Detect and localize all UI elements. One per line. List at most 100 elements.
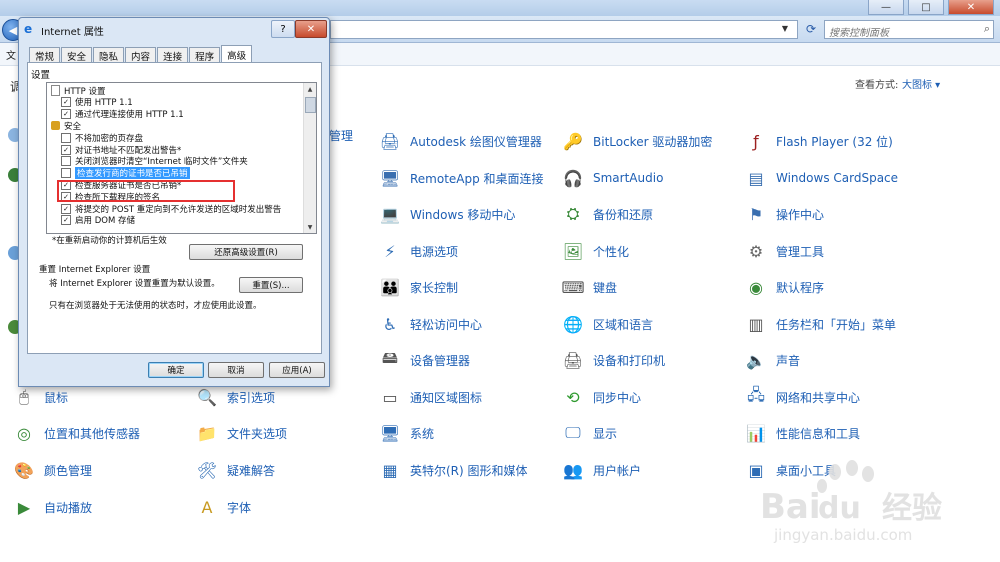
cp-item[interactable]: ƒ Flash Player (32 位) <box>744 128 893 154</box>
cp-item[interactable]: 🔍 索引选项 <box>195 384 275 410</box>
cancel-button[interactable]: 取消 <box>208 362 264 378</box>
cp-item[interactable]: ⚑ 操作中心 <box>744 201 824 227</box>
setting-checkbox-row[interactable]: ✓ 启用 DOM 存储 <box>61 215 135 226</box>
cp-item[interactable]: ⚙ 管理工具 <box>744 238 824 264</box>
tab-security[interactable]: 安全 <box>61 47 93 63</box>
mouse-icon: 🖱 <box>19 387 29 406</box>
cp-item[interactable]: ▶ 自动播放 <box>12 494 92 520</box>
ease-of-access-icon: ♿ <box>382 314 398 334</box>
watermark-brand-du: du <box>818 491 861 526</box>
cp-item[interactable]: ▦ 英特尔(R) 图形和媒体 <box>378 457 527 483</box>
cp-item[interactable]: 🔈 声音 <box>744 347 800 373</box>
refresh-icon[interactable]: ⟳ <box>802 20 820 38</box>
cp-item[interactable]: ◉ 默认程序 <box>744 274 824 300</box>
cp-item[interactable]: 👥 用户帐户 <box>561 457 641 483</box>
scroll-thumb[interactable] <box>305 97 316 113</box>
setting-checkbox-row[interactable]: ✓ 对证书地址不匹配发出警告* <box>61 144 181 156</box>
cp-item[interactable]: 🔑 BitLocker 驱动器加密 <box>561 128 712 154</box>
close-window-button[interactable]: ✕ <box>948 0 994 15</box>
cp-item[interactable]: 🎧 SmartAudio <box>561 165 663 191</box>
minimize-button[interactable]: — <box>868 0 904 15</box>
search-icon[interactable]: ⌕ <box>984 22 990 36</box>
help-button[interactable]: ? <box>271 20 295 38</box>
address-dropdown-icon[interactable]: ▼ <box>778 21 792 36</box>
setting-checkbox-row[interactable]: ✓ 将提交的 POST 重定向到不允许发送的区域时发出警告 <box>61 203 281 215</box>
cp-item[interactable]: 📊 性能信息和工具 <box>744 420 860 446</box>
tab-advanced[interactable]: 高级 <box>221 45 253 63</box>
watermark-url: jingyan.baidu.com <box>773 526 912 544</box>
setting-label: 通过代理连接使用 HTTP 1.1 <box>75 110 184 121</box>
cp-item-label: Autodesk 绘图仪管理器 <box>410 134 542 149</box>
checkbox-unchecked-icon[interactable] <box>61 132 71 143</box>
cp-item[interactable]: 💻 Windows 移动中心 <box>378 201 515 227</box>
checkbox-checked-icon[interactable]: ✓ <box>61 203 71 214</box>
tab-privacy[interactable]: 隐私 <box>93 47 125 63</box>
cp-item[interactable]: ♿ 轻松访问中心 <box>378 311 482 337</box>
scroll-down-icon[interactable]: ▼ <box>305 222 315 232</box>
checkbox-unchecked-icon[interactable] <box>61 168 71 179</box>
cp-item[interactable]: 🖥 RemoteApp 和桌面连接 <box>378 165 544 191</box>
checkbox-checked-icon[interactable]: ✓ <box>61 109 71 120</box>
cp-item[interactable]: A 字体 <box>195 494 252 520</box>
cp-item-label: 鼠标 <box>44 390 69 405</box>
internet-properties-dialog: e Internet 属性 ? ✕ 常规 安全 隐私 内容 连接 程序 高级 设… <box>18 17 330 387</box>
sync-icon: ⟲ <box>566 387 580 407</box>
dialog-titlebar[interactable]: e Internet 属性 ? ✕ <box>19 18 329 40</box>
setting-checkbox-row[interactable]: 检查发行商的证书是否已吊销 <box>61 167 190 180</box>
setting-label: 不将加密的页存盘 <box>75 133 144 144</box>
checkbox-checked-icon[interactable]: ✓ <box>61 97 71 108</box>
cp-item-label: 颜色管理 <box>44 463 93 478</box>
settings-scrollbar[interactable]: ▲ ▼ <box>303 83 316 233</box>
tab-programs[interactable]: 程序 <box>189 47 221 63</box>
checkbox-checked-icon[interactable]: ✓ <box>61 144 71 155</box>
cp-item[interactable]: 🖵 显示 <box>561 420 617 446</box>
cp-item[interactable]: 🛠 疑难解答 <box>195 457 275 483</box>
cp-item[interactable]: 🖥 系统 <box>378 420 434 446</box>
setting-checkbox-row[interactable]: ✓ 使用 HTTP 1.1 <box>61 97 133 108</box>
cp-item[interactable]: ⚡ 电源选项 <box>378 238 458 264</box>
settings-tree[interactable]: HTTP 设置 ✓ 使用 HTTP 1.1 ✓ 通过代理连接使用 HTTP 1.1 安全不… <box>46 82 317 234</box>
keyboard-icon: ⌨ <box>561 277 585 297</box>
checkbox-checked-icon[interactable]: ✓ <box>61 215 71 226</box>
setting-category-row: 安全 <box>51 120 81 132</box>
cp-item[interactable]: 📁 文件夹选项 <box>195 420 287 446</box>
restore-advanced-button[interactable]: 还原高级设置(R) <box>189 244 303 260</box>
cp-item-label: Windows 移动中心 <box>410 207 516 222</box>
cp-item[interactable]: ⛭ 备份和还原 <box>561 201 653 227</box>
cp-item[interactable]: 🖼 个性化 <box>561 238 629 264</box>
cp-item[interactable]: ▤ Windows CardSpace <box>744 165 898 191</box>
cp-item[interactable]: 🌐 区域和语言 <box>561 311 653 337</box>
cp-item[interactable]: 🖱 鼠标 <box>12 384 68 410</box>
search-input[interactable] <box>825 26 973 41</box>
cp-item[interactable]: ⌨ 键盘 <box>561 274 617 300</box>
view-by-dropdown[interactable]: 大图标 ▾ <box>902 76 940 91</box>
setting-checkbox-row[interactable]: 关闭浏览器时清空“Internet 临时文件”文件夹 <box>61 156 248 167</box>
search-box[interactable]: ⌕ <box>824 20 994 41</box>
address-field[interactable] <box>330 20 798 39</box>
cp-item[interactable]: ◎ 位置和其他传感器 <box>12 420 140 446</box>
cp-item[interactable]: 🎨 颜色管理 <box>12 457 92 483</box>
ok-button[interactable]: 确定 <box>148 362 204 378</box>
reset-button[interactable]: 重置(S)... <box>239 277 303 293</box>
checkbox-unchecked-icon[interactable] <box>61 156 71 167</box>
cp-item[interactable]: 🖨 Autodesk 绘图仪管理器 <box>378 128 542 154</box>
cp-item[interactable]: 👪 家长控制 <box>378 274 458 300</box>
tab-connections[interactable]: 连接 <box>157 47 189 63</box>
partial-item-label[interactable]: 管理 <box>329 127 353 144</box>
dialog-close-button[interactable]: ✕ <box>295 20 327 38</box>
scroll-up-icon[interactable]: ▲ <box>305 84 315 94</box>
menu-item-file[interactable]: 文 <box>6 47 16 62</box>
cp-item[interactable]: 🖨 设备和打印机 <box>561 347 665 373</box>
setting-category-row: HTTP 设置 <box>51 85 105 97</box>
setting-checkbox-row[interactable]: ✓ 通过代理连接使用 HTTP 1.1 <box>61 109 184 120</box>
cp-item[interactable]: 🖧 网络和共享中心 <box>744 384 860 410</box>
apply-button[interactable]: 应用(A) <box>269 362 325 378</box>
cp-item[interactable]: ▥ 任务栏和「开始」菜单 <box>744 311 896 337</box>
setting-checkbox-row[interactable]: 不将加密的页存盘 <box>61 132 144 144</box>
cp-item[interactable]: ⟲ 同步中心 <box>561 384 641 410</box>
tab-content[interactable]: 内容 <box>125 47 157 63</box>
maximize-button[interactable]: □ <box>908 0 944 15</box>
cp-item[interactable]: 🖴 设备管理器 <box>378 347 470 373</box>
tab-general[interactable]: 常规 <box>29 47 61 63</box>
cp-item[interactable]: ▭ 通知区域图标 <box>378 384 482 410</box>
